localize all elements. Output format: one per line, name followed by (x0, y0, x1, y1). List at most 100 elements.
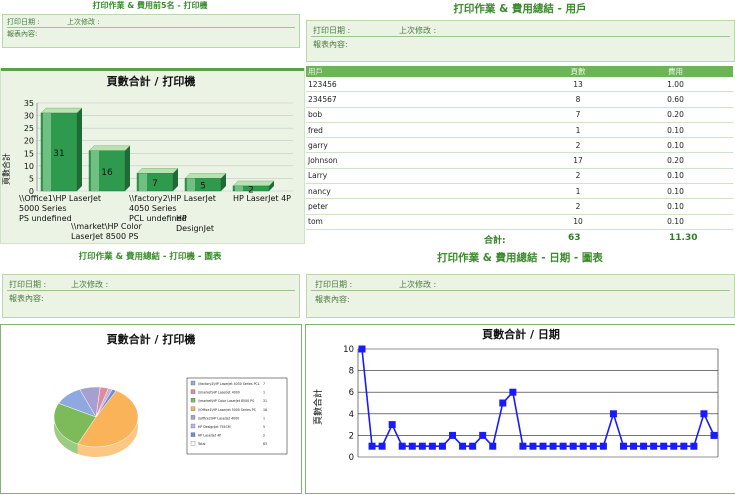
cell-user: tom (306, 214, 538, 230)
pie-legend-swatch (190, 423, 196, 429)
print-date-label: 打印日期 : (315, 280, 353, 289)
report-content-label: 報表內容: (9, 294, 44, 303)
report-content-label: 報表內容: (313, 40, 348, 49)
line-chart-y-label: 頁數合計 (312, 389, 324, 425)
pie-legend-swatch (190, 432, 196, 437)
total-pages: 63 (568, 233, 581, 243)
report-header-bottom-left: 打印日期 : 上次修改 : 報表內容: (2, 274, 300, 318)
line-point-marker (660, 442, 668, 450)
pie-legend-label: \\market\HP LaserJet 4000 (198, 391, 240, 395)
pie-legend-label: HP LaserJet 4P (198, 434, 221, 438)
line-point-marker (398, 442, 406, 450)
bar-y-tick-label: 20 (24, 137, 34, 146)
cell-cost: 0.10 (618, 168, 733, 185)
report-title-top-printers: 打印作業 & 費用前5名 - 打印機 (92, 1, 208, 10)
user-summary-table: 用戶 頁數 費用 123456 13 1.00 234567 8 0.60 bob 7 0.20… (306, 66, 733, 230)
line-point-marker (559, 442, 567, 450)
line-point-marker (489, 442, 497, 450)
pie-legend-swatch (190, 441, 196, 446)
cell-pages: 8 (538, 91, 618, 108)
cell-cost: 1.00 (618, 77, 733, 93)
cell-pages: 13 (538, 77, 618, 93)
line-y-tick-label: 10 (343, 345, 354, 355)
bar-side-face (77, 108, 82, 191)
cell-cost: 0.60 (618, 91, 733, 108)
line-point-marker (388, 421, 396, 429)
cell-pages: 2 (538, 168, 618, 185)
cell-pages: 17 (538, 152, 618, 169)
bar-category-label: \\market\HP Color LaserJet 8500 PS (71, 222, 142, 241)
cell-pages: 2 (538, 198, 618, 215)
cell-pages: 1 (538, 122, 618, 139)
table-row: 234567 8 0.60 (306, 91, 733, 108)
cell-pages: 1 (538, 183, 618, 200)
pie-legend-swatch (190, 406, 196, 411)
line-point-marker (358, 345, 366, 353)
bar-highlight (187, 178, 195, 191)
line-chart-title: 頁數合計 / 日期 (482, 327, 560, 341)
pie-legend-swatch (190, 389, 196, 394)
pie-legend-swatch (190, 415, 196, 420)
print-date-label: 打印日期 : (9, 280, 47, 289)
line-y-tick-label: 8 (349, 367, 354, 377)
pie-legend-pages: 16 (263, 408, 267, 412)
bar-category-label: \\Office1\HP LaserJet 5000 Series PS undef… (19, 194, 101, 223)
line-point-marker (549, 442, 557, 450)
line-y-tick-label: 6 (349, 388, 354, 398)
bar-highlight (91, 150, 99, 191)
bar-y-tick-label: 10 (24, 162, 34, 171)
bar-y-tick-label: 5 (29, 174, 34, 183)
report-title-user-summary: 打印作業 & 費用總結 - 用戶 (453, 3, 587, 15)
line-point-marker (640, 442, 648, 450)
date-line-chart: 頁數合計 / 日期 頁數合計 0 2 4 6 8 10 (312, 327, 719, 463)
bar-top-face (88, 145, 131, 151)
line-point-marker (449, 431, 457, 439)
cell-cost: 0.20 (618, 107, 733, 123)
line-point-marker (499, 399, 507, 407)
line-point-marker (469, 442, 477, 450)
line-point-marker (680, 442, 688, 450)
line-y-tick-label: 4 (349, 410, 354, 420)
pie-legend-swatch (190, 380, 196, 386)
bar-value-label: 7 (152, 179, 158, 189)
cell-pages: 7 (538, 107, 618, 123)
cell-user: 123456 (306, 77, 538, 93)
printer-bar-chart-panel: 頁數合計 / 打印機 頁數合計 0 5 10 15 20 25 30 35 31 16 7 5 2 \\O… (0, 68, 305, 244)
pie-chart-title: 頁數合計 / 打印機 (107, 332, 196, 346)
line-point-marker (569, 442, 577, 450)
line-point-marker (670, 442, 678, 450)
table-row: Larry 2 0.10 (306, 168, 733, 185)
pie-legend-pages: 31 (263, 399, 267, 403)
line-y-tick-label: 2 (349, 431, 354, 441)
line-point-marker (408, 442, 416, 450)
pie-legend-pages: 7 (263, 382, 265, 386)
last-modified-label: 上次修改 : (71, 280, 109, 289)
bar-y-tick-label: 25 (24, 124, 34, 133)
cell-pages: 2 (538, 137, 618, 154)
pie-legend-pages: 2 (263, 434, 265, 438)
line-point-marker (630, 442, 638, 450)
line-point-marker (459, 442, 467, 450)
cell-user: fred (306, 122, 538, 139)
line-point-marker (599, 442, 607, 450)
printer-pie-chart: 頁數合計 / 打印機 \\factory2\HP LaserJet 4050 S… (53, 332, 288, 458)
line-point-marker (438, 442, 446, 450)
report-content-label: 報表內容: (7, 30, 38, 38)
cell-user: 234567 (306, 91, 538, 108)
pie-legend-swatch (190, 398, 196, 403)
bar-category-label: HP LaserJet 4P (233, 194, 291, 203)
cell-user: Larry (306, 168, 538, 185)
table-row: Johnson 17 0.20 (306, 152, 733, 169)
column-header-user: 用戶 (306, 66, 538, 77)
date-line-chart-panel: 頁數合計 / 日期 頁數合計 0 2 4 6 8 10 (305, 324, 735, 494)
line-y-tick-label: 0 (349, 453, 354, 463)
table-header-row: 用戶 頁數 費用 (306, 66, 733, 77)
line-point-marker (650, 442, 658, 450)
table-row: bob 7 0.20 (306, 107, 733, 123)
bar-highlight (43, 113, 51, 191)
last-modified-label: 上次修改 : (399, 280, 437, 289)
table-row: 123456 13 1.00 (306, 77, 733, 93)
bar-top-face (40, 107, 83, 114)
bar-highlight (235, 185, 243, 191)
pie-legend-label: Total (197, 442, 206, 446)
